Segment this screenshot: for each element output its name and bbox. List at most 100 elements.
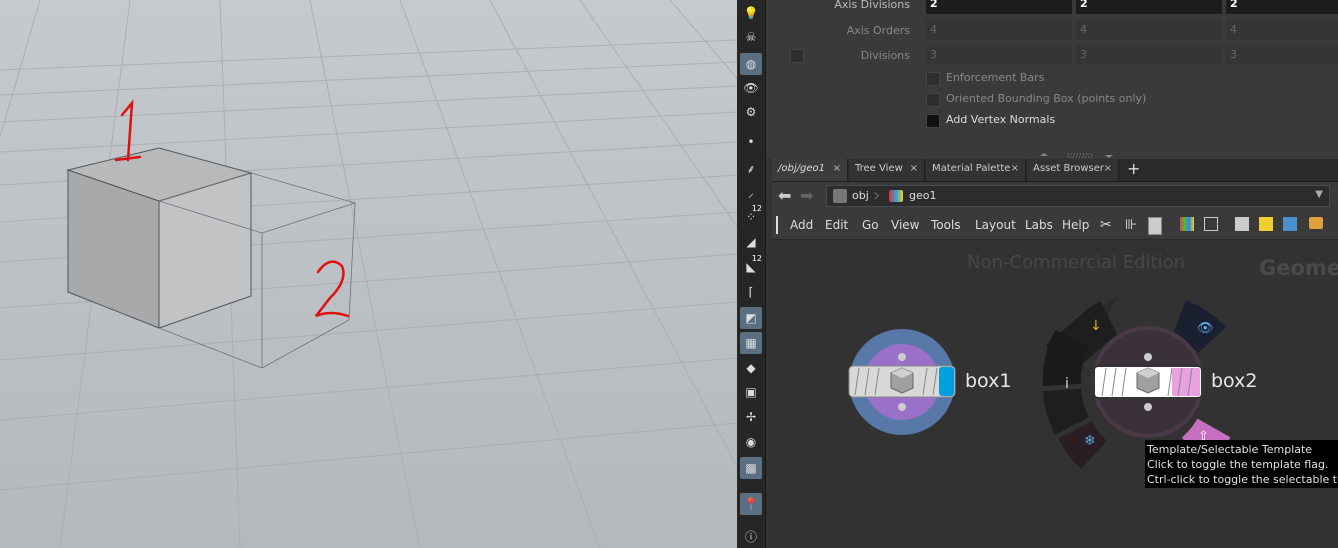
tooltip: Template/Selectable Template Click to to… [1145,440,1338,488]
close-icon[interactable]: × [1011,159,1019,179]
add-vertex-normals-checkbox[interactable] [926,114,940,128]
image-icon[interactable]: ▣ [740,381,762,403]
info-icon: i [1065,376,1069,392]
param-row-axis-orders: Axis Orders 4 4 4 [766,19,1338,42]
add-tab-button[interactable]: + [1127,159,1140,179]
path-segment-geo1[interactable]: geo1 [909,189,936,202]
param-field[interactable]: 2 [1076,0,1222,14]
visibility-icon[interactable]: 👁 [740,77,762,99]
axes-icon[interactable]: ✢ [740,406,762,428]
param-field[interactable]: 2 [1226,0,1338,14]
menu-labs[interactable]: Labs [1025,218,1053,232]
param-field[interactable]: 4 [1076,20,1222,40]
close-icon[interactable]: × [910,159,918,179]
oriented-bbox-label: Oriented Bounding Box (points only) [946,92,1147,105]
param-label: Axis Divisions [834,0,910,11]
display-options-icon[interactable]: ⚙ [740,101,762,123]
path-field[interactable]: obj › geo1 ▼ [826,185,1330,207]
skull-icon[interactable]: ☠ [740,26,762,48]
dropper-icon[interactable]: ⸝ [740,181,762,203]
prim-numbers-icon[interactable]: ◣ 12 [740,254,762,278]
obj-network-icon [833,189,847,203]
tab-tree-view[interactable]: Tree View × [849,159,925,181]
forward-arrow-icon[interactable]: ➡ [800,186,813,205]
close-icon[interactable]: × [833,159,841,179]
oriented-bbox-checkbox[interactable] [926,93,940,107]
sticky-note-icon[interactable] [1259,217,1273,231]
param-field[interactable]: 3 [1226,45,1338,65]
snap-icon[interactable]: ◩ [740,307,762,329]
annotation-1 [114,99,142,162]
checker-icon[interactable]: ▦ [740,332,762,354]
grid-view-icon[interactable] [1204,217,1218,231]
tab-network-geo1[interactable]: /obj/geo1 × [772,159,848,181]
viewport-tool-shelf: 💡 ☠ ◍ 👁 ⚙ • ⸙ ⸝ ⁘ 12 ◢ ◣ 12 ⌈ ◩ ▦ ◆ ▣ ✢ ◉ … [737,0,766,548]
pane-tab-bar: /obj/geo1 × Tree View × Material Palette… [772,159,1338,182]
network-box-icon[interactable] [1309,217,1323,229]
path-segment-obj[interactable]: obj [852,189,869,202]
param-field[interactable]: 3 [1076,45,1222,65]
menu-tools[interactable]: Tools [931,218,961,232]
menu-help[interactable]: Help [1062,218,1089,232]
box2-node[interactable]: ↓ i ❄ 👁 ⇧ [1042,297,1231,470]
tooltip-title: Template/Selectable Template [1147,443,1313,456]
tab-label: Material Palette [932,163,1011,174]
point-icon[interactable]: • [740,131,762,153]
wrench-icon[interactable]: ✂ [1100,217,1116,233]
enforcement-bars-checkbox[interactable] [926,72,940,86]
path-separator-icon: › [873,185,881,206]
param-field[interactable]: 2 [926,0,1072,14]
geo-icon [889,190,903,202]
color-palette-icon[interactable] [1180,217,1194,231]
box1-geometry [66,147,253,329]
freeze-icon: ❄ [1084,433,1096,449]
param-label: Axis Orders [846,24,910,37]
menu-edit[interactable]: Edit [825,218,848,232]
network-editor[interactable]: Non-Commercial Edition Geome ↓ i ❄ 👁 ⇧ b… [772,240,1338,548]
pin-icon[interactable]: 📍 [740,493,762,515]
corner-icon[interactable]: ⌈ [740,281,762,303]
image-icon[interactable] [1235,217,1249,231]
param-field[interactable]: 4 [926,20,1072,40]
divisions-toggle-checkbox[interactable] [790,49,804,63]
background-image-icon[interactable] [1283,217,1297,231]
point-numbers-icon[interactable]: ⁘ 12 [740,204,762,228]
tab-label: Tree View [855,163,903,174]
pane-splitter[interactable] [772,152,1338,159]
path-bar: ⬅ ➡ obj › geo1 ▼ [772,182,1338,212]
close-icon[interactable]: × [1104,159,1112,179]
annotation-2-text: 2 [318,255,319,256]
display-flag-eye-icon: 👁 [1197,321,1214,336]
dropdown-arrow-icon[interactable]: ▼ [1315,189,1323,200]
menu-layout[interactable]: Layout [975,218,1016,232]
node-label-box1: box1 [965,370,1012,392]
brush-icon[interactable]: ⸙ [740,157,762,179]
shaded-mode-icon[interactable]: ◍ [740,53,762,75]
annotation-1-text: 1 [120,96,121,97]
back-arrow-icon[interactable]: ⬅ [778,186,791,205]
circle-icon[interactable]: ◉ [740,431,762,453]
light-bulb-icon[interactable]: 💡 [740,2,762,24]
tab-label: /obj/geo1 [778,163,825,174]
add-vertex-normals-label: Add Vertex Normals [946,113,1056,126]
info-icon[interactable]: ⓘ [740,525,762,547]
menu-add[interactable]: Add [790,218,813,232]
scene-viewport[interactable] [0,0,737,548]
box1-node[interactable] [848,329,956,435]
tree-layout-icon[interactable]: ⊪ [1125,217,1141,233]
tab-asset-browser[interactable]: Asset Browser × [1027,159,1119,181]
param-label: Divisions [860,49,910,62]
parameter-pane: Axis Divisions 2 2 2 Axis Orders 4 4 4 D… [766,0,1338,158]
background-image-icon[interactable]: ▩ [740,457,762,479]
node-label-box2: box2 [1211,370,1258,392]
normals-icon[interactable]: ◢ [740,231,762,253]
param-field[interactable]: 4 [1226,20,1338,40]
list-icon[interactable] [1148,217,1162,235]
menu-go[interactable]: Go [862,218,879,232]
menu-view[interactable]: View [891,218,919,232]
tooltip-line: Ctrl-click to toggle the selectable temp… [1147,473,1338,486]
param-field[interactable]: 3 [926,45,1072,65]
viewport-canvas[interactable] [0,0,737,548]
tab-material-palette[interactable]: Material Palette × [926,159,1026,181]
layer-icon[interactable]: ◆ [740,357,762,379]
